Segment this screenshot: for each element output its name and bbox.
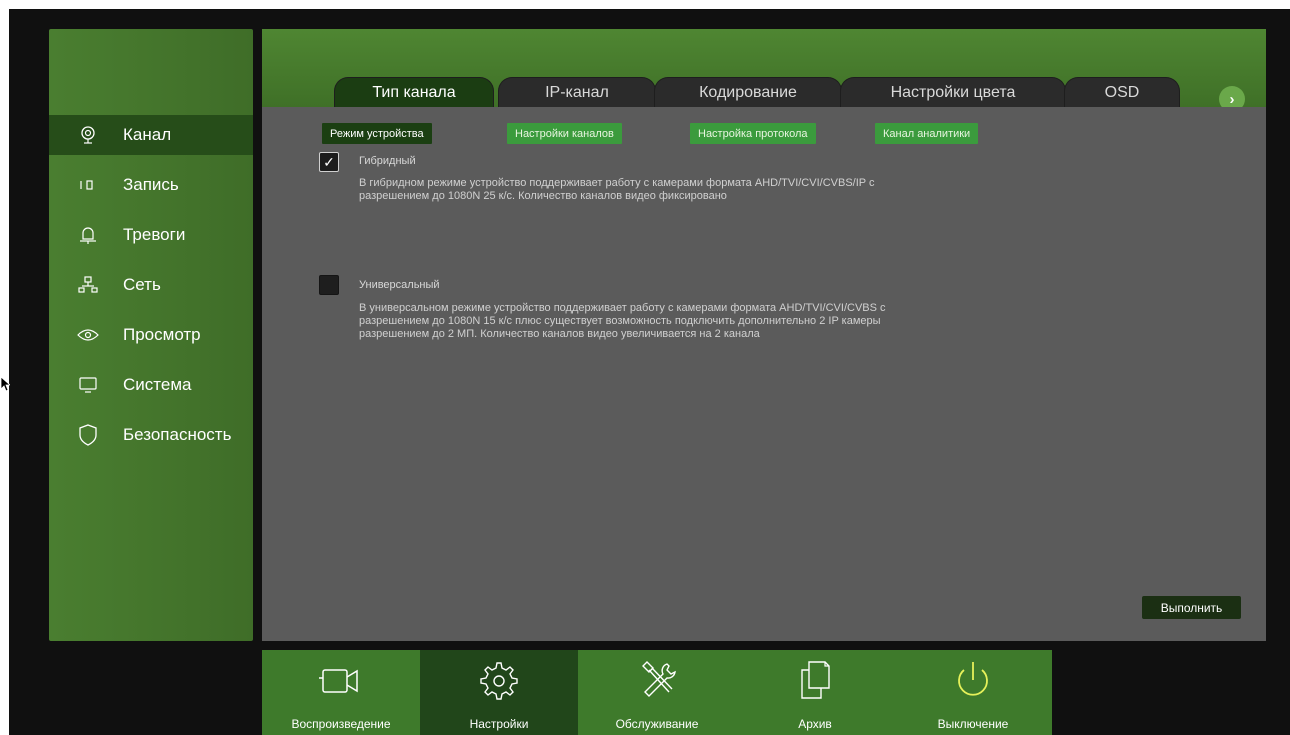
hybrid-label: Гибридный — [359, 155, 416, 167]
camera-icon — [77, 124, 99, 146]
universal-description: В универсальном режиме устройство поддер… — [359, 302, 886, 340]
hybrid-checkbox[interactable]: ✓ — [319, 152, 339, 172]
subtab-channel-settings[interactable]: Настройки каналов — [507, 123, 622, 144]
sidebar-item-channel[interactable]: Канал — [49, 115, 253, 155]
universal-label: Универсальный — [359, 279, 440, 291]
bottom-item-label: Архив — [798, 717, 832, 731]
playback-camera-icon — [319, 669, 358, 693]
bottom-item-maintenance[interactable]: Обслуживание — [578, 650, 736, 735]
archive-icon — [801, 661, 830, 699]
apply-button[interactable]: Выполнить — [1142, 596, 1241, 619]
subtab-device-mode[interactable]: Режим устройства — [322, 123, 432, 144]
tab-osd[interactable]: OSD — [1064, 77, 1180, 107]
sidebar-item-security[interactable]: Безопасность — [49, 415, 253, 455]
sidebar-item-label: Тревоги — [123, 225, 186, 244]
subtab-analytics-channel[interactable]: Канал аналитики — [875, 123, 979, 144]
tools-icon — [642, 661, 676, 697]
tab-bar: Тип канала IP-канал Кодирование Настройк… — [262, 29, 1266, 112]
content-panel: Режим устройства Настройки каналов Настр… — [262, 107, 1266, 641]
bottom-item-label: Обслуживание — [615, 717, 699, 731]
tab-label: Кодирование — [699, 83, 797, 101]
bottom-item-label: Воспроизведение — [291, 717, 391, 731]
chevron-right-icon: › — [1229, 90, 1235, 108]
power-icon — [958, 662, 988, 696]
tab-label: OSD — [1104, 83, 1140, 101]
monitor-icon — [77, 374, 99, 396]
sidebar: Канал Запись Тревоги Сеть Просмотр Систе… — [49, 29, 253, 641]
shield-icon — [77, 424, 99, 446]
sidebar-item-alarms[interactable]: Тревоги — [49, 215, 253, 255]
sidebar-item-label: Безопасность — [123, 425, 232, 444]
dvr-screen: Канал Запись Тревоги Сеть Просмотр Систе… — [9, 9, 1290, 735]
checkmark-icon: ✓ — [323, 153, 335, 170]
universal-checkbox[interactable] — [319, 275, 339, 295]
bottom-menu-bar: Воспроизведение Настройки Обслуживание А… — [262, 650, 1052, 735]
subtab-label: Настройка протокола — [698, 127, 808, 140]
sidebar-item-label: Просмотр — [123, 325, 201, 344]
subtab-protocol-settings[interactable]: Настройка протокола — [690, 123, 816, 144]
sidebar-item-label: Сеть — [123, 275, 161, 294]
apply-label: Выполнить — [1160, 600, 1223, 615]
subtab-label: Режим устройства — [330, 127, 424, 140]
bottom-item-playback[interactable]: Воспроизведение — [262, 650, 420, 735]
subtab-label: Канал аналитики — [883, 127, 971, 140]
hybrid-description: В гибридном режиме устройство поддержива… — [359, 177, 875, 202]
sidebar-item-view[interactable]: Просмотр — [49, 315, 253, 355]
sidebar-item-label: Канал — [123, 125, 172, 144]
mouse-cursor-icon — [0, 376, 10, 392]
tab-encoding[interactable]: Кодирование — [654, 77, 842, 107]
settings-gear-icon — [480, 662, 518, 700]
tab-label: Тип канала — [372, 83, 456, 101]
bell-icon — [77, 224, 99, 246]
tab-channel-type[interactable]: Тип канала — [334, 77, 494, 107]
bottom-item-label: Настройки — [469, 717, 529, 731]
tab-label: Настройки цвета — [890, 83, 1016, 101]
sidebar-item-network[interactable]: Сеть — [49, 265, 253, 305]
tab-ip-channel[interactable]: IP-канал — [498, 77, 656, 107]
network-icon — [77, 274, 99, 296]
bottom-item-power-off[interactable]: Выключение — [894, 650, 1052, 735]
tab-color-settings[interactable]: Настройки цвета — [840, 77, 1066, 107]
sidebar-item-label: Запись — [123, 175, 179, 194]
sidebar-item-system[interactable]: Система — [49, 365, 253, 405]
tab-label: IP-канал — [545, 83, 609, 101]
record-icon — [77, 174, 99, 196]
bottom-item-label: Выключение — [937, 717, 1009, 731]
bottom-item-archive[interactable]: Архив — [736, 650, 894, 735]
bottom-item-settings[interactable]: Настройки — [420, 650, 578, 735]
eye-icon — [77, 324, 99, 346]
sidebar-item-label: Система — [123, 375, 192, 394]
subtab-label: Настройки каналов — [515, 127, 614, 140]
sidebar-item-record[interactable]: Запись — [49, 165, 253, 205]
